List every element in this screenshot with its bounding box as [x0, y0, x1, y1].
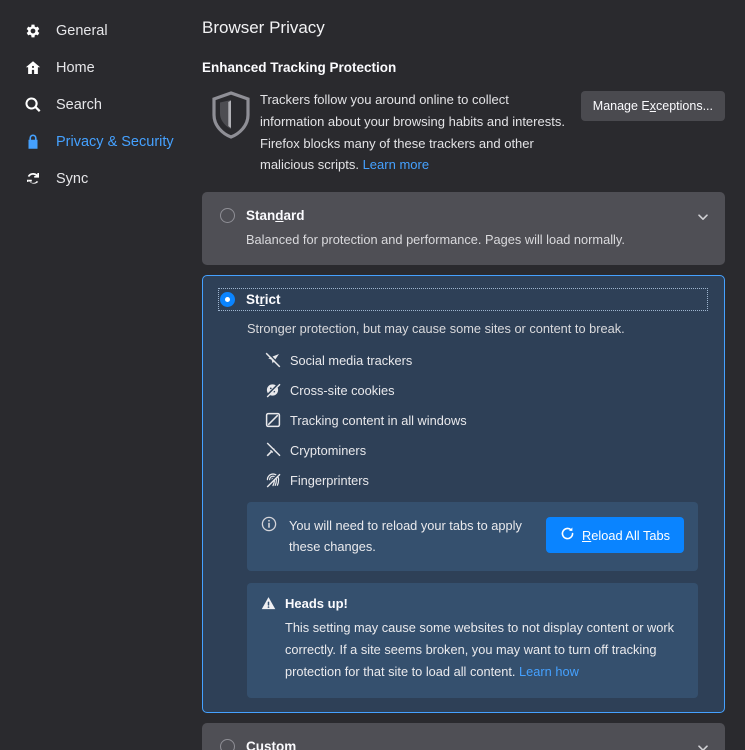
feature-label: Cryptominers: [290, 442, 367, 458]
reload-label-post: eload All Tabs: [591, 527, 670, 543]
preferences-window: General Home Search Privacy & Security S: [0, 0, 745, 750]
warning-text: This setting may cause some websites to …: [261, 617, 682, 683]
home-icon: [24, 59, 42, 77]
main-content: Browser Privacy Enhanced Tracking Protec…: [192, 0, 745, 750]
lock-icon: [24, 133, 42, 151]
strict-description: Stronger protection, but may cause some …: [247, 321, 625, 337]
reload-notice-body: You will need to reload your tabs to app…: [289, 515, 534, 557]
reload-button-label: Reload All Tabs: [582, 528, 670, 543]
fingerprinter-blocked-icon: [265, 472, 281, 488]
strict-label-post: ict: [264, 292, 281, 308]
standard-label-post: ard: [283, 208, 305, 224]
feature-label: Social media trackers: [290, 352, 413, 368]
feature-item: Cross-site cookies: [265, 382, 708, 398]
page-title: Browser Privacy: [202, 18, 325, 37]
feature-label: Cross-site cookies: [290, 382, 395, 398]
feature-item: Cryptominers: [265, 442, 708, 458]
etp-option-standard[interactable]: Standard Balanced for protection and per…: [202, 192, 725, 266]
strict-header[interactable]: Strict: [218, 288, 708, 312]
feature-item: Social media trackers: [265, 352, 708, 368]
custom-accesskey: C: [246, 738, 256, 750]
chevron-down-icon[interactable]: [697, 210, 709, 222]
standard-description: Balanced for protection and performance.…: [246, 232, 625, 248]
learn-how-link[interactable]: Learn how: [519, 664, 579, 679]
sidebar-item-label: Home: [56, 59, 95, 76]
section-title-enhanced-tracking-protection: Enhanced Tracking Protection: [202, 60, 397, 75]
etp-option-strict[interactable]: Strict Stronger protection, but may caus…: [202, 275, 725, 713]
standard-radio[interactable]: [220, 208, 235, 224]
manage-exceptions-label-post: ceptions...: [656, 99, 713, 113]
heads-up-warning: Heads up! This setting may cause some we…: [247, 582, 698, 698]
info-icon: [261, 516, 277, 532]
social-tracker-blocked-icon: [265, 352, 281, 368]
standard-label-pre: Stan: [246, 208, 276, 224]
sidebar-item-general[interactable]: General: [0, 12, 192, 49]
chevron-down-icon[interactable]: [697, 741, 709, 750]
sidebar-nav: General Home Search Privacy & Security S: [0, 0, 192, 750]
warning-body: This setting may cause some websites to …: [285, 619, 675, 679]
sidebar-item-home[interactable]: Home: [0, 49, 192, 86]
feature-item: Fingerprinters: [265, 472, 708, 488]
reload-tabs-notice: You will need to reload your tabs to app…: [247, 502, 698, 571]
sidebar-item-search[interactable]: Search: [0, 86, 192, 123]
strict-label-pre: St: [246, 292, 260, 308]
custom-header[interactable]: Custom: [220, 738, 707, 750]
standard-label: Standard: [246, 208, 305, 223]
warning-title: Heads up!: [285, 595, 348, 611]
sidebar-item-label: Privacy & Security: [56, 133, 174, 150]
strict-label: Strict: [246, 292, 281, 307]
warning-icon: [261, 596, 276, 611]
warning-header: Heads up!: [261, 596, 682, 611]
search-icon: [24, 96, 42, 114]
etp-option-custom[interactable]: Custom Choose which trackers and scripts…: [202, 722, 725, 750]
sync-icon: [24, 170, 42, 188]
etp-intro-text: Trackers follow you around online to col…: [260, 87, 569, 176]
standard-header[interactable]: Standard: [220, 208, 707, 224]
sidebar-item-label: General: [56, 22, 108, 39]
strict-feature-list: Social media trackers Cross-site cookies…: [265, 352, 708, 488]
feature-item: Tracking content in all windows: [265, 412, 708, 428]
custom-label: Custom: [246, 739, 296, 750]
sidebar-item-sync[interactable]: Sync: [0, 160, 192, 197]
standard-accesskey: d: [275, 208, 284, 224]
learn-more-link[interactable]: Learn more: [363, 157, 429, 172]
reload-accesskey: R: [582, 527, 592, 543]
feature-label: Fingerprinters: [290, 472, 369, 488]
feature-label: Tracking content in all windows: [290, 412, 467, 428]
custom-label-post: ustom: [255, 738, 297, 750]
reload-all-tabs-button[interactable]: Reload All Tabs: [546, 517, 684, 554]
shield-icon: [202, 87, 260, 139]
cryptominer-blocked-icon: [265, 442, 281, 458]
reload-notice-text: You will need to reload your tabs to app…: [289, 518, 522, 555]
refresh-icon: [560, 526, 575, 544]
sidebar-item-privacy-security[interactable]: Privacy & Security: [0, 123, 192, 160]
gear-icon: [24, 22, 42, 40]
strict-radio[interactable]: [220, 292, 235, 308]
cookie-blocked-icon: [265, 382, 281, 398]
custom-radio[interactable]: [220, 738, 235, 750]
manage-exceptions-button[interactable]: Manage Exceptions...: [580, 91, 725, 121]
sidebar-item-label: Search: [56, 96, 102, 113]
sidebar-item-label: Sync: [56, 170, 89, 187]
tracking-content-blocked-icon: [265, 412, 281, 428]
manage-exceptions-label-pre: Manage E: [592, 99, 650, 113]
etp-intro: Trackers follow you around online to col…: [202, 87, 725, 176]
